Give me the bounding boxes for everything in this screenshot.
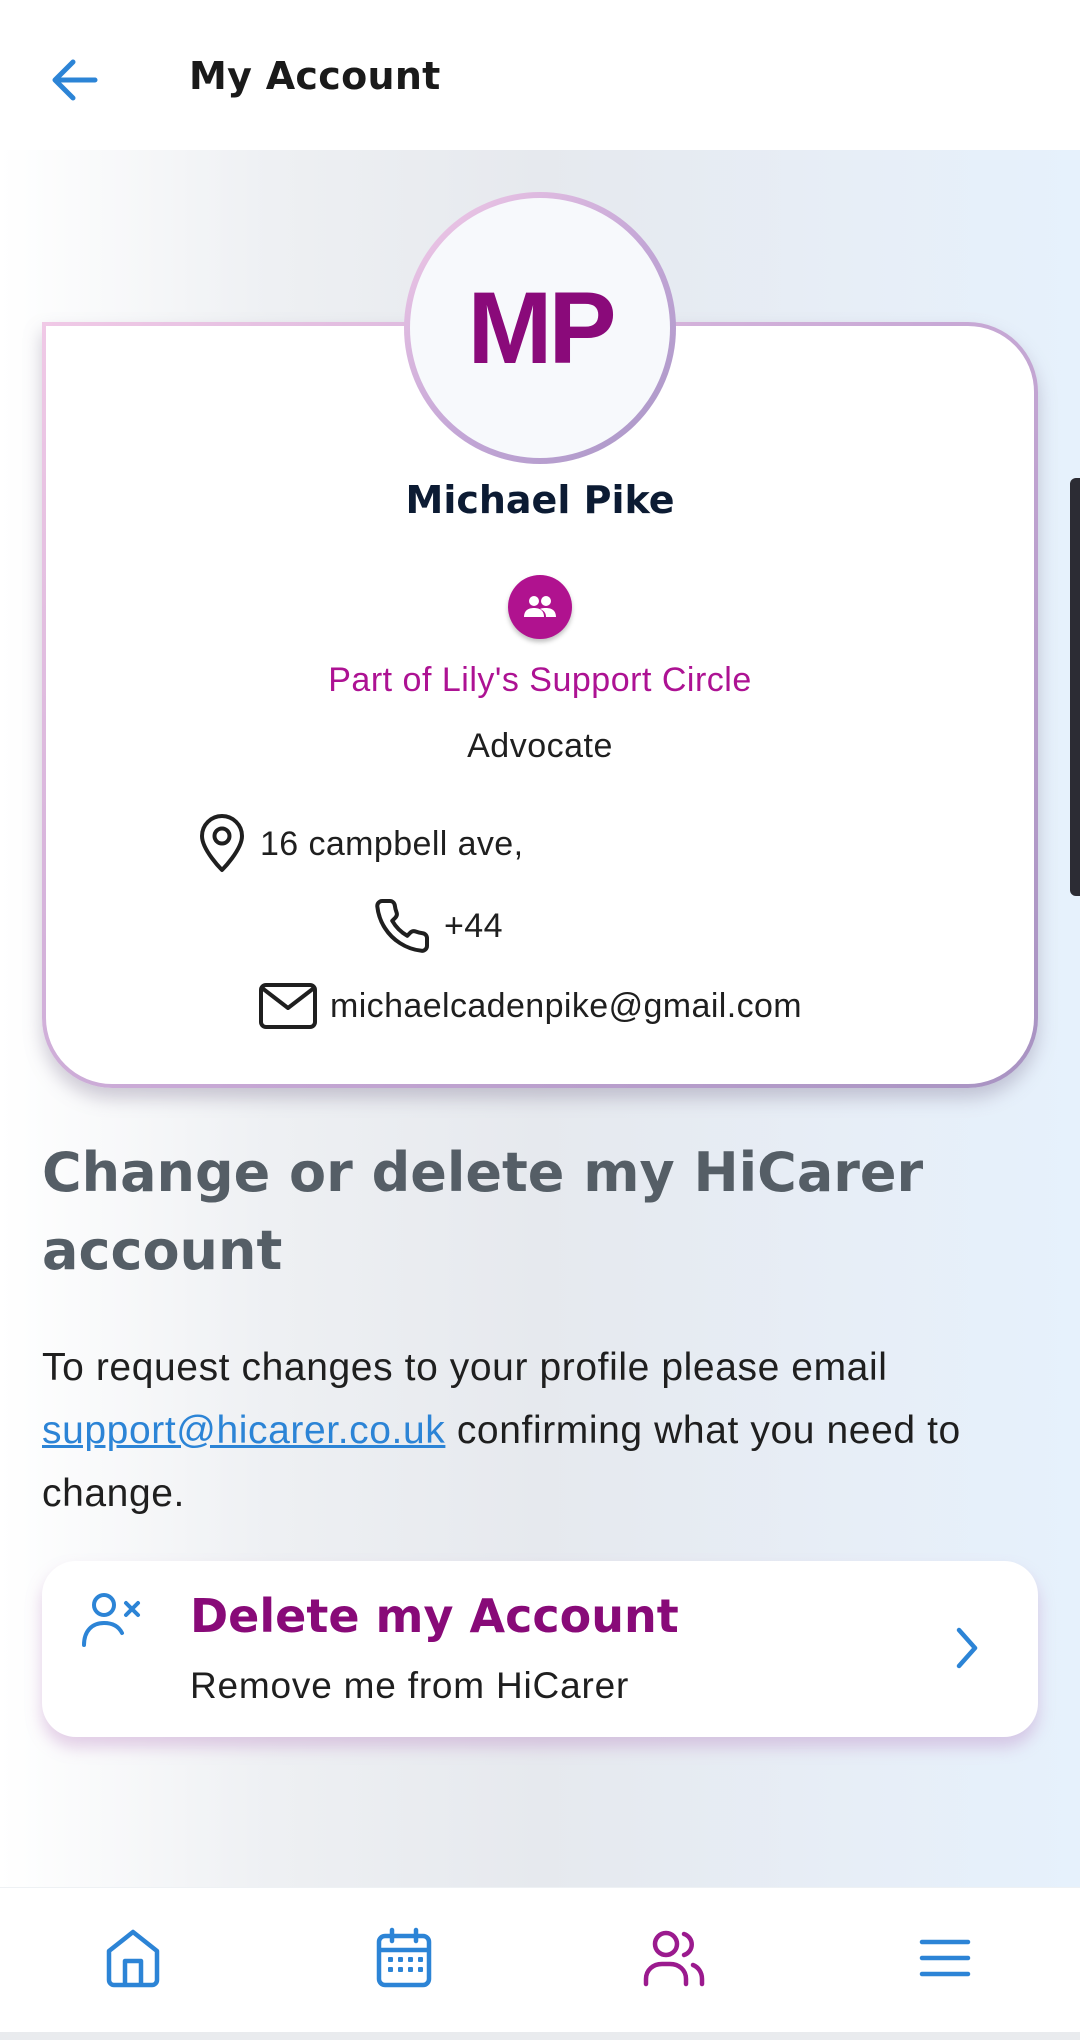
email-row: michaelcadenpike@gmail.com	[258, 982, 802, 1030]
email-text: michaelcadenpike@gmail.com	[330, 986, 803, 1025]
chevron-right-icon	[956, 1627, 978, 1669]
delete-account-subtitle: Remove me from HiCarer	[190, 1665, 630, 1706]
map-pin-icon	[200, 814, 244, 872]
page-title: My Account	[189, 54, 441, 98]
nav-menu[interactable]	[885, 1888, 1005, 2028]
phone-icon	[375, 899, 430, 953]
body-text-before: To request changes to your profile pleas…	[42, 1346, 888, 1389]
nav-calendar[interactable]	[344, 1888, 464, 2028]
system-nav-strip	[0, 2032, 1080, 2040]
top-app-bar: My Account	[0, 0, 1080, 150]
avatar-initials: MP	[410, 198, 670, 458]
support-circle-text: Part of Lily's Support Circle	[328, 661, 752, 699]
support-circle-badge	[508, 575, 572, 639]
avatar: MP	[404, 192, 676, 464]
address-text: 16 campbell ave,	[260, 824, 524, 863]
address-row: 16 campbell ave,	[196, 814, 523, 874]
menu-icon	[919, 1939, 971, 1977]
delete-account-button[interactable]: Delete my Account Remove me from HiCarer	[42, 1561, 1038, 1737]
nav-support-circle[interactable]	[614, 1888, 734, 2028]
delete-account-title: Delete my Account	[190, 1589, 679, 1643]
phone-text: +44	[444, 906, 503, 945]
section-body: To request changes to your profile pleas…	[42, 1336, 1042, 1525]
bottom-navigation	[0, 1887, 1080, 2040]
support-email-link[interactable]: support@hicarer.co.uk	[42, 1409, 445, 1452]
role-text: Advocate	[467, 727, 613, 765]
user-x-icon	[82, 1593, 140, 1647]
calendar-icon	[376, 1927, 432, 1988]
section-title: Change or delete my HiCarer account	[42, 1141, 924, 1282]
home-icon	[106, 1929, 160, 1988]
mail-icon	[259, 983, 317, 1029]
nav-home[interactable]	[73, 1888, 193, 2028]
user-name: Michael Pike	[405, 478, 675, 522]
back-button[interactable]	[42, 50, 106, 110]
people-icon	[524, 596, 556, 617]
users-icon	[643, 1930, 705, 1987]
phone-row: +44	[372, 896, 503, 956]
arrow-left-icon	[52, 59, 98, 101]
